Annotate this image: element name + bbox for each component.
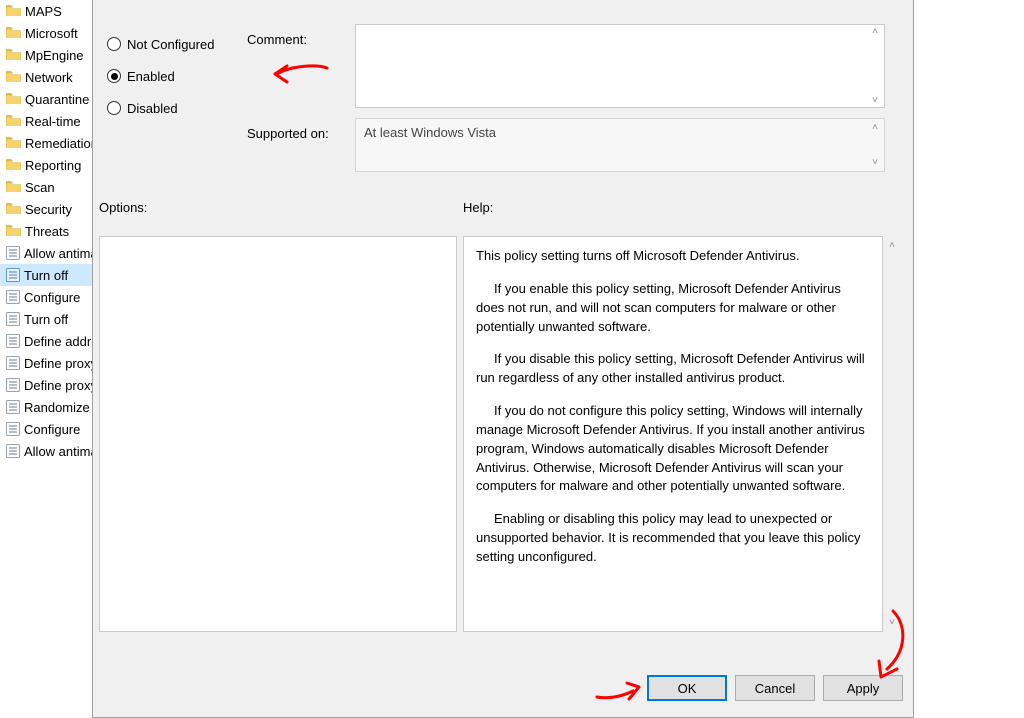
tree-item-turnoff2[interactable]: Turn off: [0, 308, 92, 330]
radio-enabled[interactable]: Enabled: [107, 60, 247, 92]
help-scroll-indicator: ˄˅: [885, 240, 899, 628]
apply-button[interactable]: Apply: [823, 675, 903, 701]
tree-item-threats[interactable]: Threats: [0, 220, 92, 242]
policy-tree: MAPS Microsoft MpEngine Network Quaranti…: [0, 0, 92, 478]
tree-item-label: Randomize: [24, 400, 90, 415]
tree-item-maps[interactable]: MAPS: [0, 0, 92, 22]
tree-item-label: Microsoft: [25, 26, 78, 41]
annotation-arrow-enabled: [271, 60, 331, 88]
help-label: Help:: [463, 200, 493, 215]
supported-scroll-indicator: ˄˅: [867, 122, 883, 168]
help-text: Enabling or disabling this policy may le…: [476, 510, 870, 567]
annotation-arrow-ok: [593, 673, 643, 707]
tree-item-turnoff-selected[interactable]: Turn off: [0, 264, 92, 286]
tree-item-label: Scan: [25, 180, 55, 195]
folder-icon: [6, 225, 21, 237]
radio-icon: [107, 101, 121, 115]
tree-item-define-p1[interactable]: Define proxy: [0, 352, 92, 374]
tree-item-quarantine[interactable]: Quarantine: [0, 88, 92, 110]
tree-item-label: Allow antimalware: [24, 444, 92, 459]
tree-item-allow[interactable]: Allow antimalware: [0, 242, 92, 264]
setting-icon: [6, 246, 20, 260]
folder-icon: [6, 93, 21, 105]
help-panel: This policy setting turns off Microsoft …: [463, 236, 883, 632]
setting-icon: [6, 290, 20, 304]
tree-item-label: Remediation: [25, 136, 92, 151]
tree-item-label: MAPS: [25, 4, 62, 19]
folder-icon: [6, 27, 21, 39]
radio-icon: [107, 37, 121, 51]
folder-icon: [6, 181, 21, 193]
comment-label: Comment:: [247, 32, 307, 47]
tree-item-label: Define proxy: [24, 378, 92, 393]
comment-textarea[interactable]: [355, 24, 885, 108]
setting-icon: [6, 444, 20, 458]
tree-item-label: Turn off: [24, 312, 68, 327]
tree-item-label: Configure: [24, 290, 80, 305]
help-text: If you enable this policy setting, Micro…: [476, 280, 870, 337]
tree-item-security[interactable]: Security: [0, 198, 92, 220]
setting-icon: [6, 422, 20, 436]
tree-item-allow2[interactable]: Allow antimalware: [0, 440, 92, 462]
tree-item-label: Turn off: [24, 268, 68, 283]
tree-item-configure2[interactable]: Configure: [0, 418, 92, 440]
radio-label: Enabled: [127, 69, 175, 84]
tree-item-label: Allow antimalware: [24, 246, 92, 261]
radio-label: Disabled: [127, 101, 178, 116]
supported-on-value: At least Windows Vista: [355, 118, 885, 172]
tree-item-network[interactable]: Network: [0, 66, 92, 88]
tree-item-label: Define addresses: [24, 334, 92, 349]
tree-item-microsoft[interactable]: Microsoft: [0, 22, 92, 44]
radio-icon: [107, 69, 121, 83]
tree-item-label: Quarantine: [25, 92, 89, 107]
setting-icon: [6, 356, 20, 370]
tree-item-label: Security: [25, 202, 72, 217]
options-panel: [99, 236, 457, 632]
state-radio-group: Not Configured Enabled Disabled: [107, 28, 247, 124]
tree-item-label: Threats: [25, 224, 69, 239]
radio-disabled[interactable]: Disabled: [107, 92, 247, 124]
radio-label: Not Configured: [127, 37, 214, 52]
folder-icon: [6, 203, 21, 215]
tree-item-label: Define proxy: [24, 356, 92, 371]
tree-item-remediation[interactable]: Remediation: [0, 132, 92, 154]
setting-icon: [6, 378, 20, 392]
setting-icon: [6, 312, 20, 326]
options-label: Options:: [99, 200, 147, 215]
folder-icon: [6, 5, 21, 17]
help-text: If you disable this policy setting, Micr…: [476, 350, 870, 388]
tree-item-label: Network: [25, 70, 73, 85]
tree-item-define-p2[interactable]: Define proxy: [0, 374, 92, 396]
tree-item-reporting[interactable]: Reporting: [0, 154, 92, 176]
policy-dialog: Not Configured Enabled Disabled Comment:…: [92, 0, 914, 718]
tree-item-randomize[interactable]: Randomize: [0, 396, 92, 418]
tree-item-label: Real-time: [25, 114, 81, 129]
tree-item-label: Configure: [24, 422, 80, 437]
dialog-button-row: OK Cancel Apply: [647, 675, 903, 701]
tree-item-label: Reporting: [25, 158, 81, 173]
setting-icon: [6, 400, 20, 414]
folder-icon: [6, 137, 21, 149]
tree-item-configure[interactable]: Configure: [0, 286, 92, 308]
tree-item-realtime[interactable]: Real-time: [0, 110, 92, 132]
help-text: If you do not configure this policy sett…: [476, 402, 870, 496]
folder-icon: [6, 159, 21, 171]
folder-icon: [6, 71, 21, 83]
tree-item-label: MpEngine: [25, 48, 84, 63]
setting-icon: [6, 334, 20, 348]
comment-scroll-indicator: ˄˅: [867, 26, 883, 106]
tree-item-mpengine[interactable]: MpEngine: [0, 44, 92, 66]
supported-on-label: Supported on:: [247, 126, 329, 141]
folder-icon: [6, 115, 21, 127]
tree-item-define-a[interactable]: Define addresses: [0, 330, 92, 352]
setting-icon: [6, 268, 20, 282]
radio-not-configured[interactable]: Not Configured: [107, 28, 247, 60]
ok-button[interactable]: OK: [647, 675, 727, 701]
cancel-button[interactable]: Cancel: [735, 675, 815, 701]
folder-icon: [6, 49, 21, 61]
help-text: This policy setting turns off Microsoft …: [476, 247, 870, 266]
tree-item-scan[interactable]: Scan: [0, 176, 92, 198]
